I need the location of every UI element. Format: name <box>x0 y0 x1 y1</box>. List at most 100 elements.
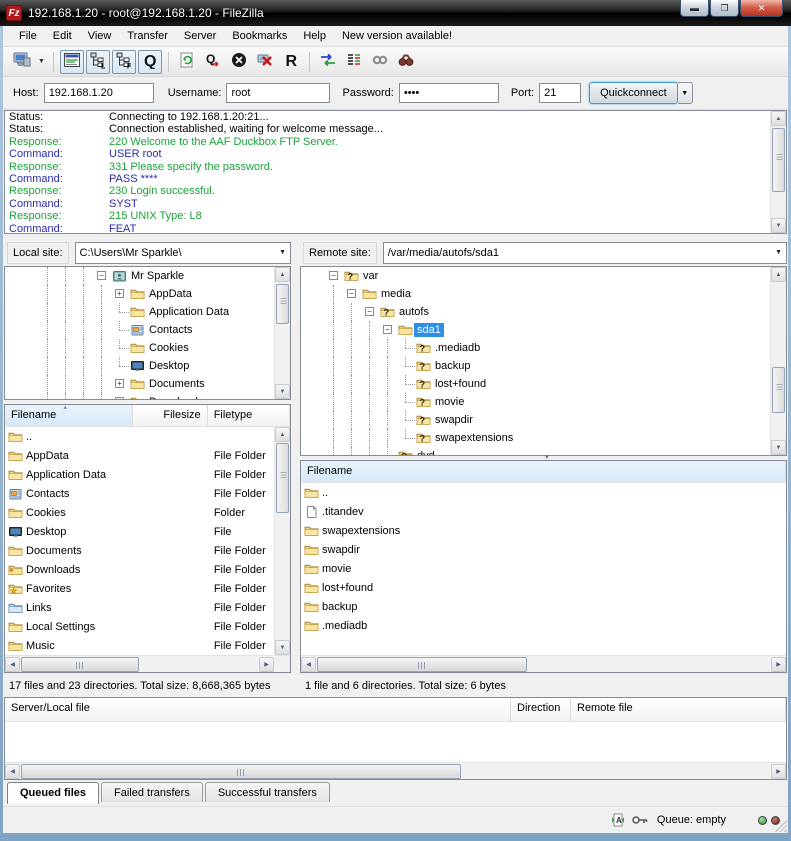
site-manager-button[interactable] <box>10 50 34 74</box>
scroll-up-icon[interactable]: ▲ <box>771 111 786 126</box>
menu-item-transfer[interactable]: Transfer <box>119 28 176 44</box>
scrollbar-thumb[interactable] <box>276 284 289 324</box>
chevron-down-icon[interactable]: ▼ <box>279 249 286 256</box>
menu-item-help[interactable]: Help <box>295 28 334 44</box>
local-list-hscrollbar[interactable]: ◀ ▶ <box>5 655 290 672</box>
file-row-lost-found[interactable]: lost+found <box>301 578 786 597</box>
scroll-right-icon[interactable]: ▶ <box>771 657 786 672</box>
tree-item-autofs[interactable]: −?autofs <box>301 303 786 321</box>
password-input[interactable] <box>399 83 499 103</box>
refresh-button[interactable] <box>175 50 199 74</box>
scroll-right-icon[interactable]: ▶ <box>259 657 274 672</box>
tree-item-sda1[interactable]: −sda1 <box>301 321 786 339</box>
toggle-queue-button[interactable]: Q <box>138 50 162 74</box>
tree-item--mediadb[interactable]: ?.mediadb <box>301 339 786 357</box>
tab-queued-files[interactable]: Queued files <box>7 782 99 804</box>
collapse-icon[interactable]: − <box>383 325 392 334</box>
menu-item-server[interactable]: Server <box>176 28 224 44</box>
scroll-down-icon[interactable]: ▼ <box>275 384 290 399</box>
tree-item-cookies[interactable]: Cookies <box>5 339 290 357</box>
file-row-swapextensions[interactable]: swapextensions <box>301 521 786 540</box>
file-row-desktop[interactable]: DesktopFile <box>5 522 290 541</box>
scroll-down-icon[interactable]: ▼ <box>771 218 786 233</box>
toggle-remote-tree-button[interactable]: F <box>112 50 136 74</box>
tree-item-downloads[interactable]: +Downloads <box>5 393 290 400</box>
file-row--[interactable]: .. <box>301 483 786 502</box>
toggle-log-button[interactable] <box>60 50 84 74</box>
scroll-up-icon[interactable]: ▲ <box>275 267 290 282</box>
tab-failed-transfers[interactable]: Failed transfers <box>101 782 203 802</box>
scroll-down-icon[interactable]: ▼ <box>771 440 786 455</box>
tab-successful-transfers[interactable]: Successful transfers <box>205 782 330 802</box>
find-files-button[interactable] <box>394 50 418 74</box>
menu-item-bookmarks[interactable]: Bookmarks <box>224 28 295 44</box>
collapse-icon[interactable]: − <box>365 307 374 316</box>
scroll-left-icon[interactable]: ◀ <box>301 657 316 672</box>
scrollbar-thumb[interactable] <box>276 443 289 513</box>
scroll-right-icon[interactable]: ▶ <box>771 764 786 779</box>
tree-item-mr-sparkle[interactable]: −Mr Sparkle <box>5 267 290 285</box>
local-site-combo[interactable]: C:\Users\Mr Sparkle\ ▼ <box>75 242 291 264</box>
process-queue-button[interactable]: Q <box>201 50 225 74</box>
filters-button[interactable] <box>368 50 392 74</box>
file-row-movie[interactable]: movie <box>301 559 786 578</box>
file-row-links[interactable]: LinksFile Folder <box>5 598 290 617</box>
file-row-local-settings[interactable]: Local SettingsFile Folder <box>5 617 290 636</box>
scrollbar-thumb[interactable] <box>317 657 527 672</box>
scrollbar-thumb[interactable] <box>21 764 461 779</box>
pane-splitter[interactable] <box>292 239 299 697</box>
tree-item-contacts[interactable]: Contacts <box>5 321 290 339</box>
file-row-documents[interactable]: DocumentsFile Folder <box>5 541 290 560</box>
column-header-filename[interactable]: Filename <box>301 461 786 482</box>
tree-item-application-data[interactable]: Application Data <box>5 303 290 321</box>
file-row-backup[interactable]: backup <box>301 597 786 616</box>
remote-site-combo[interactable]: /var/media/autofs/sda1 ▼ <box>383 242 787 264</box>
file-row--titandev[interactable]: .titandev <box>301 502 786 521</box>
toggle-local-tree-button[interactable]: L <box>86 50 110 74</box>
file-row-favorites[interactable]: ★FavoritesFile Folder <box>5 579 290 598</box>
tree-item-media[interactable]: −media <box>301 285 786 303</box>
chevron-down-icon[interactable]: ▼ <box>775 249 782 256</box>
scroll-down-icon[interactable]: ▼ <box>275 640 290 655</box>
file-row-appdata[interactable]: AppDataFile Folder <box>5 446 290 465</box>
minimize-button[interactable]: ▬ <box>680 0 709 17</box>
maximize-button[interactable]: ❐ <box>710 0 739 17</box>
quickconnect-dropdown[interactable]: ▼ <box>678 82 693 104</box>
cancel-button[interactable] <box>227 50 251 74</box>
file-row--[interactable]: .. <box>5 427 290 446</box>
tree-item-appdata[interactable]: +AppData <box>5 285 290 303</box>
reconnect-button[interactable]: R <box>279 50 303 74</box>
collapse-icon[interactable]: − <box>329 271 338 280</box>
host-input[interactable] <box>44 83 154 103</box>
file-row-application-data[interactable]: Application DataFile Folder <box>5 465 290 484</box>
queue-column-direction[interactable]: Direction <box>511 698 571 721</box>
collapse-icon[interactable]: − <box>97 271 106 280</box>
tree-item-lost-found[interactable]: ?lost+found <box>301 375 786 393</box>
expand-icon[interactable]: + <box>115 289 124 298</box>
port-input[interactable] <box>539 83 581 103</box>
log-scrollbar[interactable]: ▲ ▼ <box>770 111 786 233</box>
close-button[interactable]: ✕ <box>740 0 783 17</box>
tree-item-var[interactable]: −?var <box>301 267 786 285</box>
tree-item-desktop[interactable]: Desktop <box>5 357 290 375</box>
queue-column-server-local-file[interactable]: Server/Local file <box>5 698 511 721</box>
scroll-left-icon[interactable]: ◀ <box>5 657 20 672</box>
site-manager-dropdown[interactable]: ▼ <box>35 50 48 74</box>
file-row-swapdir[interactable]: swapdir <box>301 540 786 559</box>
column-header-filename[interactable]: ▲Filename <box>5 405 133 426</box>
scrollbar-thumb[interactable] <box>772 367 785 413</box>
menu-item-new-version-available[interactable]: New version available! <box>334 28 460 44</box>
scroll-left-icon[interactable]: ◀ <box>5 764 20 779</box>
quickconnect-button[interactable]: Quickconnect <box>589 82 678 104</box>
tree-item-swapextensions[interactable]: ?swapextensions <box>301 429 786 447</box>
file-row--mediadb[interactable]: .mediadb <box>301 616 786 635</box>
remote-list-hscrollbar[interactable]: ◀ ▶ <box>301 655 786 672</box>
collapse-icon[interactable]: − <box>347 289 356 298</box>
username-input[interactable] <box>226 83 330 103</box>
file-row-cookies[interactable]: CookiesFolder <box>5 503 290 522</box>
expand-icon[interactable]: + <box>115 379 124 388</box>
local-tree-scrollbar[interactable]: ▲ ▼ <box>274 267 290 399</box>
scrollbar-thumb[interactable] <box>772 128 785 192</box>
file-row-downloads[interactable]: DownloadsFile Folder <box>5 560 290 579</box>
column-header-filetype[interactable]: Filetype <box>208 405 290 426</box>
